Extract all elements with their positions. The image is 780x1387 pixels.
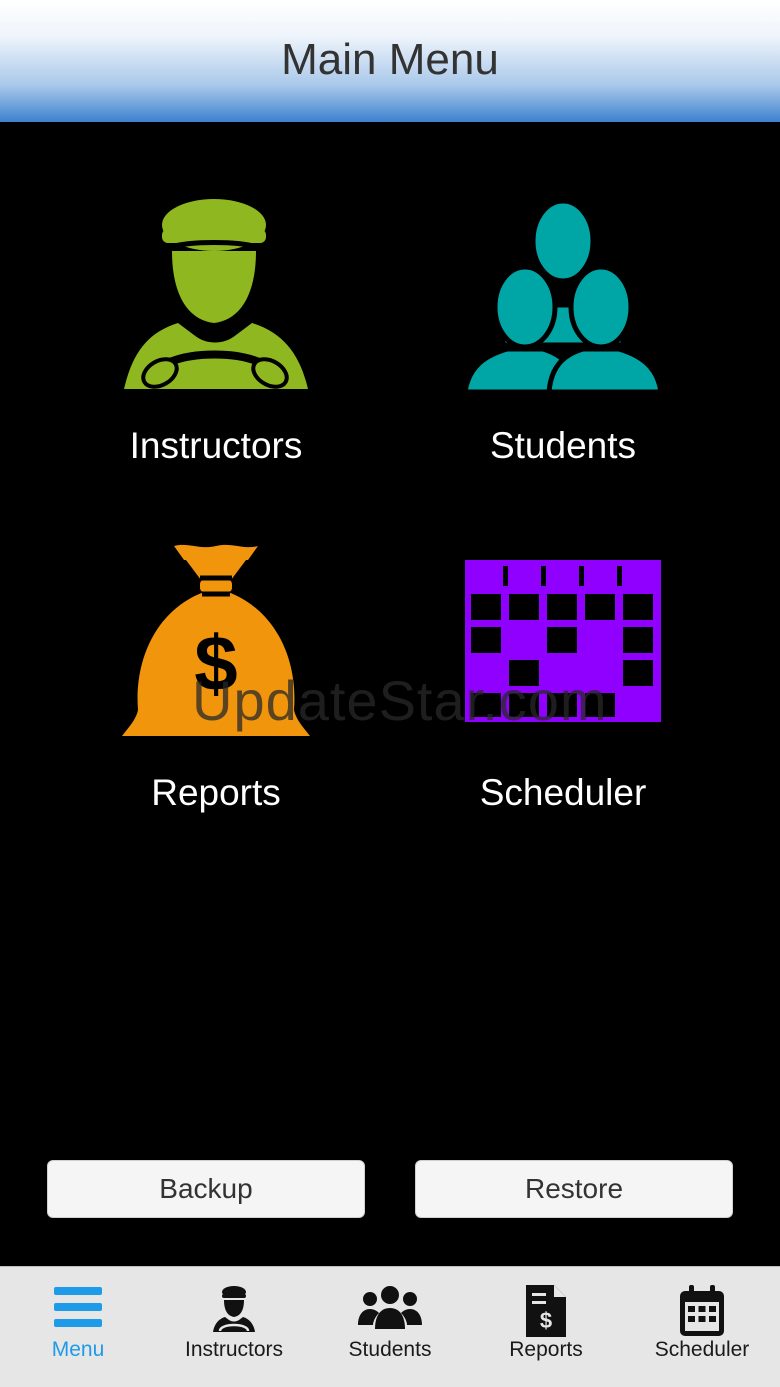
instructor-icon: [124, 199, 308, 389]
tab-menu[interactable]: Menu: [0, 1267, 156, 1387]
svg-text:$: $: [194, 619, 237, 707]
tab-menu-label: Menu: [51, 1338, 105, 1361]
instructors-label: Instructors: [129, 425, 303, 466]
scheduler-tile[interactable]: Scheduler: [403, 540, 723, 814]
tab-reports-label: Reports: [509, 1338, 583, 1361]
tab-students[interactable]: Students: [312, 1267, 468, 1387]
tab-reports[interactable]: $ Reports: [468, 1267, 624, 1387]
tab-scheduler[interactable]: Scheduler: [624, 1267, 780, 1387]
backup-button[interactable]: Backup: [47, 1160, 365, 1218]
calendar-icon: [680, 1285, 724, 1336]
tab-instructors[interactable]: Instructors: [156, 1267, 312, 1387]
students-icon: [358, 1286, 422, 1329]
report-icon: $: [526, 1285, 566, 1337]
reports-tile[interactable]: $ Reports: [56, 540, 376, 814]
tab-instructors-label: Instructors: [184, 1338, 284, 1361]
instructors-tile[interactable]: Instructors: [56, 195, 376, 467]
instructor-icon: [213, 1286, 255, 1332]
tab-students-label: Students: [348, 1338, 432, 1361]
app-screen: Main Menu Instructors Students $ Reports…: [0, 0, 780, 1387]
reports-label: Reports: [151, 772, 281, 813]
restore-button[interactable]: Restore: [415, 1160, 733, 1218]
scheduler-label: Scheduler: [479, 772, 647, 813]
page-title: Main Menu: [281, 35, 499, 84]
bottom-tab-bar: Menu Instructors Students $ Reports Sche…: [0, 1266, 780, 1387]
calendar-icon: [465, 560, 661, 722]
money-bag-icon: $: [122, 544, 310, 736]
students-tile[interactable]: Students: [403, 195, 723, 467]
svg-text:$: $: [540, 1308, 552, 1333]
students-label: Students: [489, 425, 637, 466]
header-bar: Main Menu: [0, 0, 780, 122]
students-icon: [463, 198, 663, 395]
tab-scheduler-label: Scheduler: [654, 1338, 750, 1361]
menu-icon: [54, 1287, 102, 1327]
